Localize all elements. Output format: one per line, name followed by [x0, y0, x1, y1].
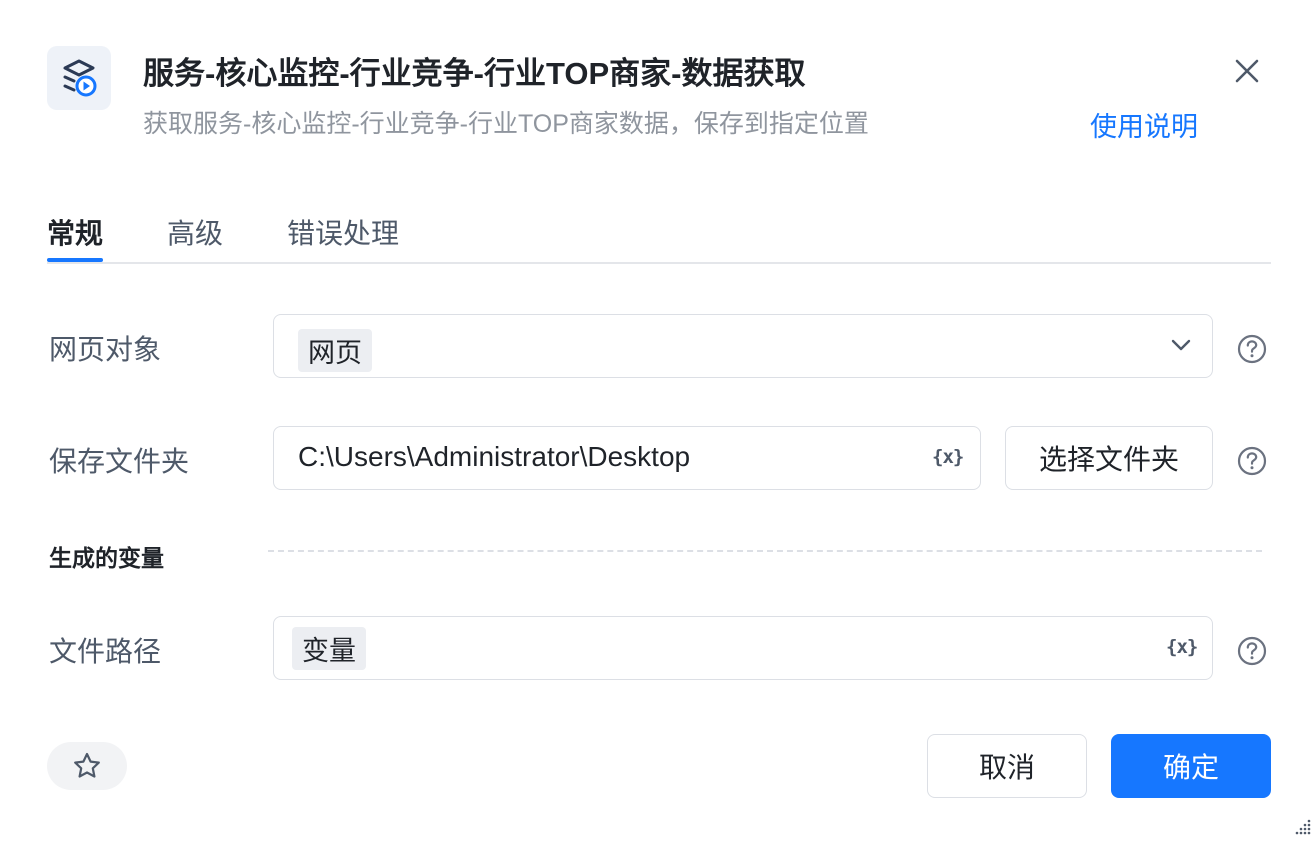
help-icon[interactable] [1237, 636, 1267, 666]
favorite-button[interactable] [47, 742, 127, 790]
dialog-subtitle: 获取服务-核心监控-行业竞争-行业TOP商家数据，保存到指定位置 [143, 110, 869, 138]
web-object-tag: 网页 [298, 329, 372, 372]
file-path-label: 文件路径 [49, 636, 162, 667]
variable-insert-icon[interactable]: {x} [932, 446, 964, 468]
close-button[interactable] [1228, 52, 1266, 90]
tab-general[interactable]: 常规 [47, 212, 103, 252]
resize-handle-icon[interactable] [1294, 818, 1312, 836]
help-link[interactable]: 使用说明 [1090, 105, 1198, 144]
close-icon [1235, 59, 1259, 83]
tab-bar: 常规 高级 错误处理 [47, 200, 1271, 264]
web-object-label: 网页对象 [49, 334, 162, 365]
section-divider [268, 550, 1262, 552]
cancel-button[interactable]: 取消 [927, 734, 1087, 798]
confirm-button[interactable]: 确定 [1111, 734, 1271, 798]
chevron-down-icon [1171, 339, 1191, 351]
star-icon [74, 752, 100, 778]
web-object-select[interactable]: 网页 [273, 314, 1213, 378]
variable-insert-icon[interactable]: {x} [1166, 636, 1198, 658]
save-folder-value: C:\Users\Administrator\Desktop [298, 441, 691, 472]
active-tab-indicator [47, 258, 103, 262]
generated-variables-title: 生成的变量 [49, 545, 164, 571]
help-icon[interactable] [1237, 446, 1267, 476]
save-folder-label: 保存文件夹 [49, 446, 190, 477]
tab-advanced[interactable]: 高级 [167, 212, 223, 252]
dialog-title: 服务-核心监控-行业竞争-行业TOP商家-数据获取 [143, 56, 806, 91]
save-folder-input[interactable]: C:\Users\Administrator\Desktop {x} [273, 426, 981, 490]
layers-play-icon [47, 46, 111, 110]
tab-error-handling[interactable]: 错误处理 [287, 212, 399, 252]
dialog: 服务-核心监控-行业竞争-行业TOP商家-数据获取 获取服务-核心监控-行业竞争… [0, 0, 1316, 846]
select-folder-button[interactable]: 选择文件夹 [1005, 426, 1213, 490]
help-icon[interactable] [1237, 334, 1267, 364]
file-path-input[interactable]: 变量 {x} [273, 616, 1213, 680]
file-path-variable-tag: 变量 [292, 627, 366, 670]
